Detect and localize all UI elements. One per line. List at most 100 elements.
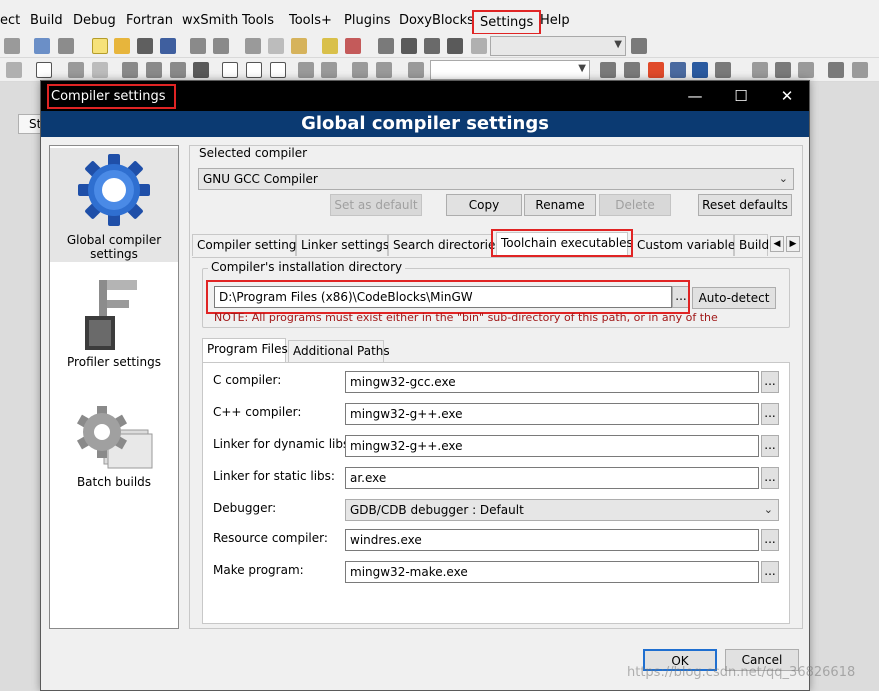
prev-bookmark-icon[interactable] (752, 62, 768, 78)
open-folder-icon[interactable] (114, 38, 130, 54)
code-scope-combo[interactable]: ▼ (430, 60, 590, 80)
menu-tools[interactable]: Tools (242, 13, 274, 28)
c-icon[interactable] (376, 62, 392, 78)
box-icon[interactable] (222, 62, 238, 78)
build-gear-icon[interactable] (378, 38, 394, 54)
next-bookmark-icon[interactable] (798, 62, 814, 78)
tab-linker-settings[interactable]: Linker settings (296, 234, 389, 256)
dynamic-linker-input[interactable]: mingw32-g++.exe (345, 435, 759, 457)
box-icon[interactable] (246, 62, 262, 78)
build-run-icon[interactable] (424, 38, 440, 54)
layout-icon[interactable] (146, 62, 162, 78)
resource-compiler-input[interactable]: windres.exe (345, 529, 759, 551)
menu-doxyblocks[interactable]: DoxyBlocks (399, 13, 474, 28)
menu-fortran[interactable]: Fortran (126, 13, 173, 28)
s-icon[interactable] (352, 62, 368, 78)
sidebar-item-global-compiler[interactable]: Global compiler settings (50, 148, 178, 262)
menu-wxsmith[interactable]: wxSmith (182, 13, 238, 28)
new-file-icon[interactable] (92, 38, 108, 54)
zoom-out-icon[interactable] (321, 62, 337, 78)
menu-plugins[interactable]: Plugins (344, 13, 391, 28)
dynamic-linker-browse-button[interactable]: ... (761, 435, 779, 457)
stack-icon[interactable] (828, 62, 844, 78)
make-program-browse-button[interactable]: ... (761, 561, 779, 583)
layout-icon[interactable] (193, 62, 209, 78)
rebuild-icon[interactable] (447, 38, 463, 54)
select-icon[interactable] (670, 62, 686, 78)
chevron-down-icon: ⌄ (763, 503, 773, 516)
menu-help[interactable]: Help (540, 13, 570, 28)
sidebar-item-batch-builds[interactable]: Batch builds (50, 398, 178, 498)
menu-settings[interactable]: Settings (472, 10, 542, 35)
menu-build[interactable]: Build (30, 13, 63, 28)
close-icon[interactable] (4, 38, 20, 54)
static-linker-browse-button[interactable]: ... (761, 467, 779, 489)
tab-scroll-right-icon[interactable]: ▶ (786, 236, 800, 252)
arrow-right-icon[interactable] (624, 62, 640, 78)
tab-custom-variables[interactable]: Custom variables (632, 234, 741, 256)
set-default-button[interactable]: Set as default (330, 194, 422, 216)
find-icon[interactable] (322, 38, 338, 54)
save-all-icon[interactable] (160, 38, 176, 54)
font-icon[interactable] (692, 62, 708, 78)
copy-icon[interactable] (268, 38, 284, 54)
build-target-combo[interactable]: ▼ (490, 36, 626, 56)
resource-compiler-browse-button[interactable]: ... (761, 529, 779, 551)
delete-button[interactable]: Delete (599, 194, 671, 216)
abort-icon[interactable] (471, 38, 487, 54)
main-toolbar-2: ▼ (0, 58, 879, 82)
box-icon[interactable] (270, 62, 286, 78)
tab-build[interactable]: Build (734, 234, 769, 256)
comment-icon[interactable] (58, 38, 74, 54)
auto-detect-button[interactable]: Auto-detect (692, 287, 776, 309)
zoom-in-icon[interactable] (298, 62, 314, 78)
close-button[interactable]: ✕ (765, 81, 809, 111)
debugger-select[interactable]: GDB/CDB debugger : Default ⌄ (345, 499, 779, 521)
bookmark-icon[interactable] (775, 62, 791, 78)
redo-icon[interactable] (213, 38, 229, 54)
undo-icon[interactable] (190, 38, 206, 54)
clear-icon[interactable] (408, 62, 424, 78)
mail-icon[interactable] (68, 62, 84, 78)
sidebar-item-profiler[interactable]: Profiler settings (50, 268, 178, 378)
cpp-compiler-input[interactable]: mingw32-g++.exe (345, 403, 759, 425)
pointer-icon[interactable] (6, 62, 22, 78)
subtab-additional-paths[interactable]: Additional Paths (288, 340, 390, 362)
paste-icon[interactable] (291, 38, 307, 54)
subtab-program-files[interactable]: Program Files (202, 338, 288, 362)
maximize-button[interactable]: ☐ (719, 81, 763, 111)
static-linker-input[interactable]: ar.exe (345, 467, 759, 489)
form-icon[interactable] (92, 62, 108, 78)
compiler-select[interactable]: GNU GCC Compiler ⌄ (198, 168, 794, 190)
show-target-icon[interactable] (631, 38, 647, 54)
layout-icon[interactable] (170, 62, 186, 78)
rectangle-icon[interactable] (36, 62, 52, 78)
tab-search-directories[interactable]: Search directories (388, 234, 502, 256)
replace-icon[interactable] (345, 38, 361, 54)
frame-icon[interactable] (34, 38, 50, 54)
make-program-input[interactable]: mingw32-make.exe (345, 561, 759, 583)
tool-icon[interactable] (852, 62, 868, 78)
cpp-compiler-browse-button[interactable]: ... (761, 403, 779, 425)
arrow-left-icon[interactable] (600, 62, 616, 78)
save-icon[interactable] (137, 38, 153, 54)
reset-defaults-button[interactable]: Reset defaults (698, 194, 792, 216)
menu-debug[interactable]: Debug (73, 13, 116, 28)
rename-button[interactable]: Rename (524, 194, 596, 216)
run-icon[interactable] (401, 38, 417, 54)
tab-scroll-left-icon[interactable]: ◀ (770, 236, 784, 252)
minimize-button[interactable]: — (673, 81, 717, 111)
menu-tools-plus[interactable]: Tools+ (289, 13, 332, 28)
menu-project[interactable]: ect (0, 13, 20, 28)
copy-button[interactable]: Copy (446, 194, 522, 216)
c-compiler-browse-button[interactable]: ... (761, 371, 779, 393)
compiler-settings-dialog: Compiler settings — ☐ ✕ Global compiler … (40, 80, 855, 691)
highlight-icon[interactable] (648, 62, 664, 78)
tab-compiler-settings[interactable]: Compiler settings (192, 234, 303, 256)
c-compiler-input[interactable]: mingw32-gcc.exe (345, 371, 759, 393)
cut-icon[interactable] (245, 38, 261, 54)
format-icon[interactable] (715, 62, 731, 78)
tab-highlight-box (491, 229, 633, 257)
layout-icon[interactable] (122, 62, 138, 78)
dialog-title: Compiler settings (47, 84, 176, 109)
